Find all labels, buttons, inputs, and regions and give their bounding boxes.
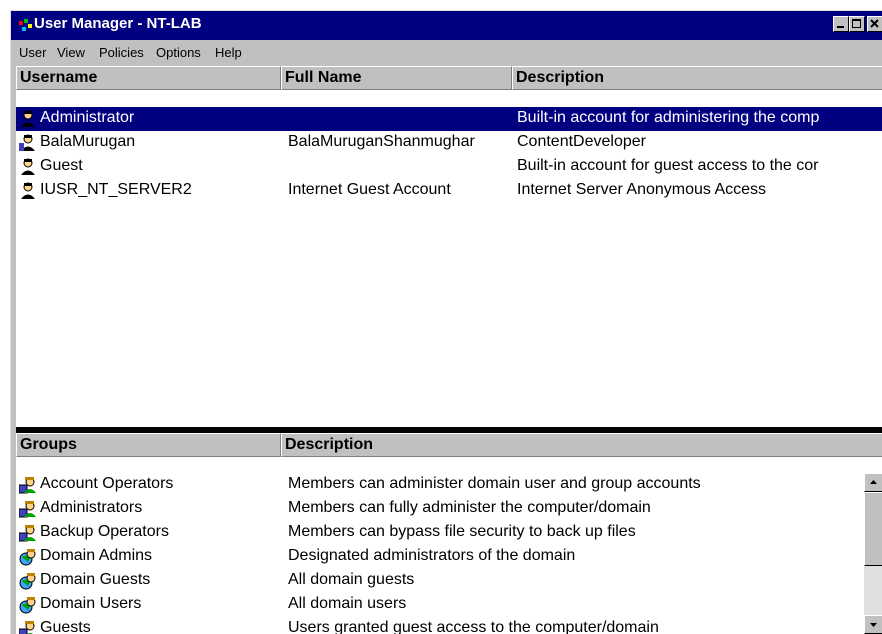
group-description: Members can administer domain user and g…: [288, 475, 701, 492]
group-name: Administrators: [40, 499, 143, 516]
menu-options[interactable]: Options: [156, 45, 201, 60]
group-name: Account Operators: [40, 475, 174, 492]
global-group-icon: [19, 597, 36, 614]
maximize-icon: [852, 19, 861, 28]
user-full-name: BalaMuruganShanmughar: [288, 133, 475, 150]
user-description: ContentDeveloper: [517, 133, 646, 150]
user-row[interactable]: Guest Built-in account for guest access …: [16, 155, 882, 179]
arrow-down-icon: [870, 623, 877, 627]
user-icon: [21, 110, 35, 127]
minimize-button[interactable]: [833, 16, 849, 32]
group-description: Members can fully administer the compute…: [288, 499, 651, 516]
group-description: Designated administrators of the domain: [288, 547, 576, 564]
local-group-icon: [19, 621, 35, 634]
groups-scrollbar[interactable]: [864, 473, 882, 634]
minimize-icon: [837, 26, 844, 28]
user-row[interactable]: Administrator Built-in account for admin…: [16, 107, 882, 131]
group-row[interactable]: Domain Admins Designated administrators …: [16, 545, 882, 569]
arrow-up-icon: [870, 480, 877, 484]
group-description: Members can bypass file security to back…: [288, 523, 636, 540]
user-icon: [21, 182, 35, 199]
group-row[interactable]: Backup Operators Members can bypass file…: [16, 521, 882, 545]
column-header-groups[interactable]: Groups: [16, 433, 281, 457]
user-full-name: Internet Guest Account: [288, 181, 451, 198]
user-row[interactable]: IUSR_NT_SERVER2 Internet Guest Account I…: [16, 179, 882, 203]
group-name: Domain Admins: [40, 547, 153, 564]
scroll-down-button[interactable]: [864, 615, 882, 634]
scroll-up-button[interactable]: [864, 473, 882, 492]
group-name: Domain Users: [40, 595, 142, 612]
close-icon: [870, 19, 879, 28]
column-header-description[interactable]: Description: [512, 66, 882, 90]
group-row[interactable]: Guests Users granted guest access to the…: [16, 617, 882, 634]
local-group-icon: [19, 501, 36, 518]
menu-user[interactable]: User: [19, 45, 46, 60]
group-description: All domain guests: [288, 571, 415, 588]
group-name: Domain Guests: [40, 571, 151, 588]
user-row[interactable]: BalaMurugan BalaMuruganShanmughar Conten…: [16, 131, 882, 155]
column-header-group-description[interactable]: Description: [281, 433, 882, 457]
group-name: Guests: [40, 619, 91, 634]
users-list[interactable]: Username Full Name Description Administr…: [16, 66, 882, 427]
user-description: Internet Server Anonymous Access: [517, 181, 767, 198]
menu-policies[interactable]: Policies: [99, 45, 144, 60]
global-group-icon: [19, 549, 36, 566]
group-description: Users granted guest access to the comput…: [288, 619, 659, 634]
menu-help[interactable]: Help: [215, 45, 242, 60]
user-icon: [19, 134, 35, 151]
user-username: Administrator: [40, 109, 135, 126]
user-description: Built-in account for administering the c…: [517, 109, 820, 126]
user-description: Built-in account for guest access to the…: [517, 157, 819, 174]
group-description: All domain users: [288, 595, 407, 612]
local-group-icon: [19, 525, 36, 542]
close-button[interactable]: [867, 16, 882, 32]
maximize-button[interactable]: [849, 16, 865, 32]
global-group-icon: [19, 573, 36, 590]
local-group-icon: [19, 477, 36, 494]
group-row[interactable]: Account Operators Members can administer…: [16, 473, 882, 497]
app-icon: [19, 19, 32, 31]
user-username: IUSR_NT_SERVER2: [40, 181, 192, 198]
user-icon: [21, 158, 35, 175]
title-bar[interactable]: User Manager - NT-LAB: [11, 11, 882, 40]
group-row[interactable]: Administrators Members can fully adminis…: [16, 497, 882, 521]
user-username: BalaMurugan: [40, 133, 136, 150]
menu-view[interactable]: View: [57, 45, 85, 60]
user-username: Guest: [40, 157, 83, 174]
scroll-thumb[interactable]: [864, 492, 882, 566]
window-title: User Manager - NT-LAB: [34, 15, 202, 32]
menu-bar: User View Policies Options Help: [11, 42, 882, 64]
column-header-username[interactable]: Username: [16, 66, 281, 90]
groups-list[interactable]: Groups Description Account Operators Mem…: [16, 433, 882, 634]
group-row[interactable]: Domain Users All domain users: [16, 593, 882, 617]
group-row[interactable]: Domain Guests All domain guests: [16, 569, 882, 593]
group-name: Backup Operators: [40, 523, 169, 540]
column-header-full-name[interactable]: Full Name: [281, 66, 512, 90]
user-manager-window: User Manager - NT-LAB User View Policies…: [10, 10, 882, 634]
